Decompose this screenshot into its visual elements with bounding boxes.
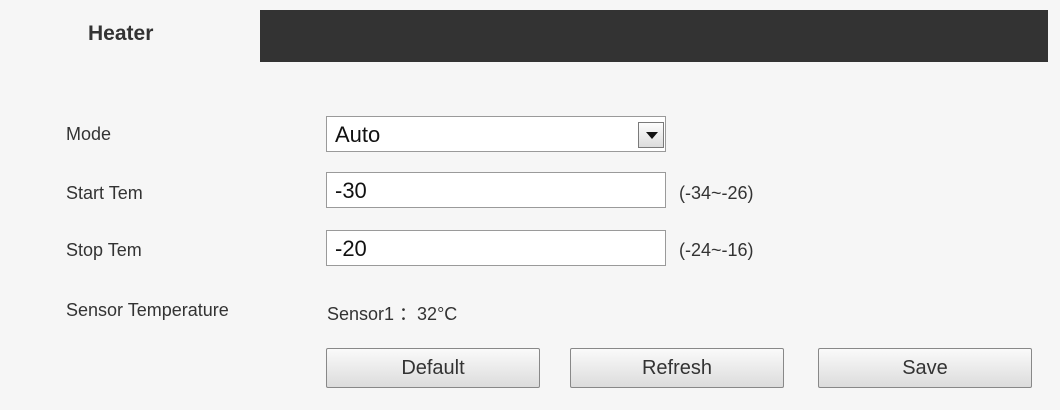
- start-tem-label: Start Tem: [66, 183, 143, 203]
- stop-tem-label: Stop Tem: [66, 240, 142, 260]
- sensor-temperature-label: Sensor Temperature: [66, 300, 229, 320]
- start-tem-range: (-34~-26): [679, 183, 754, 203]
- sensor-temperature-value: Sensor1 ：32°C: [327, 304, 458, 324]
- start-tem-input[interactable]: -30: [326, 172, 666, 208]
- mode-select[interactable]: Auto: [326, 116, 666, 152]
- chevron-down-icon[interactable]: [638, 122, 664, 148]
- mode-label: Mode: [66, 124, 112, 144]
- default-button[interactable]: Default: [326, 348, 540, 388]
- refresh-button[interactable]: Refresh: [570, 348, 784, 388]
- stop-tem-range: (-24~-16): [679, 240, 754, 260]
- stop-tem-input[interactable]: -20: [326, 230, 666, 266]
- save-button[interactable]: Save: [818, 348, 1032, 388]
- tab-heater-label: Heater: [88, 22, 154, 45]
